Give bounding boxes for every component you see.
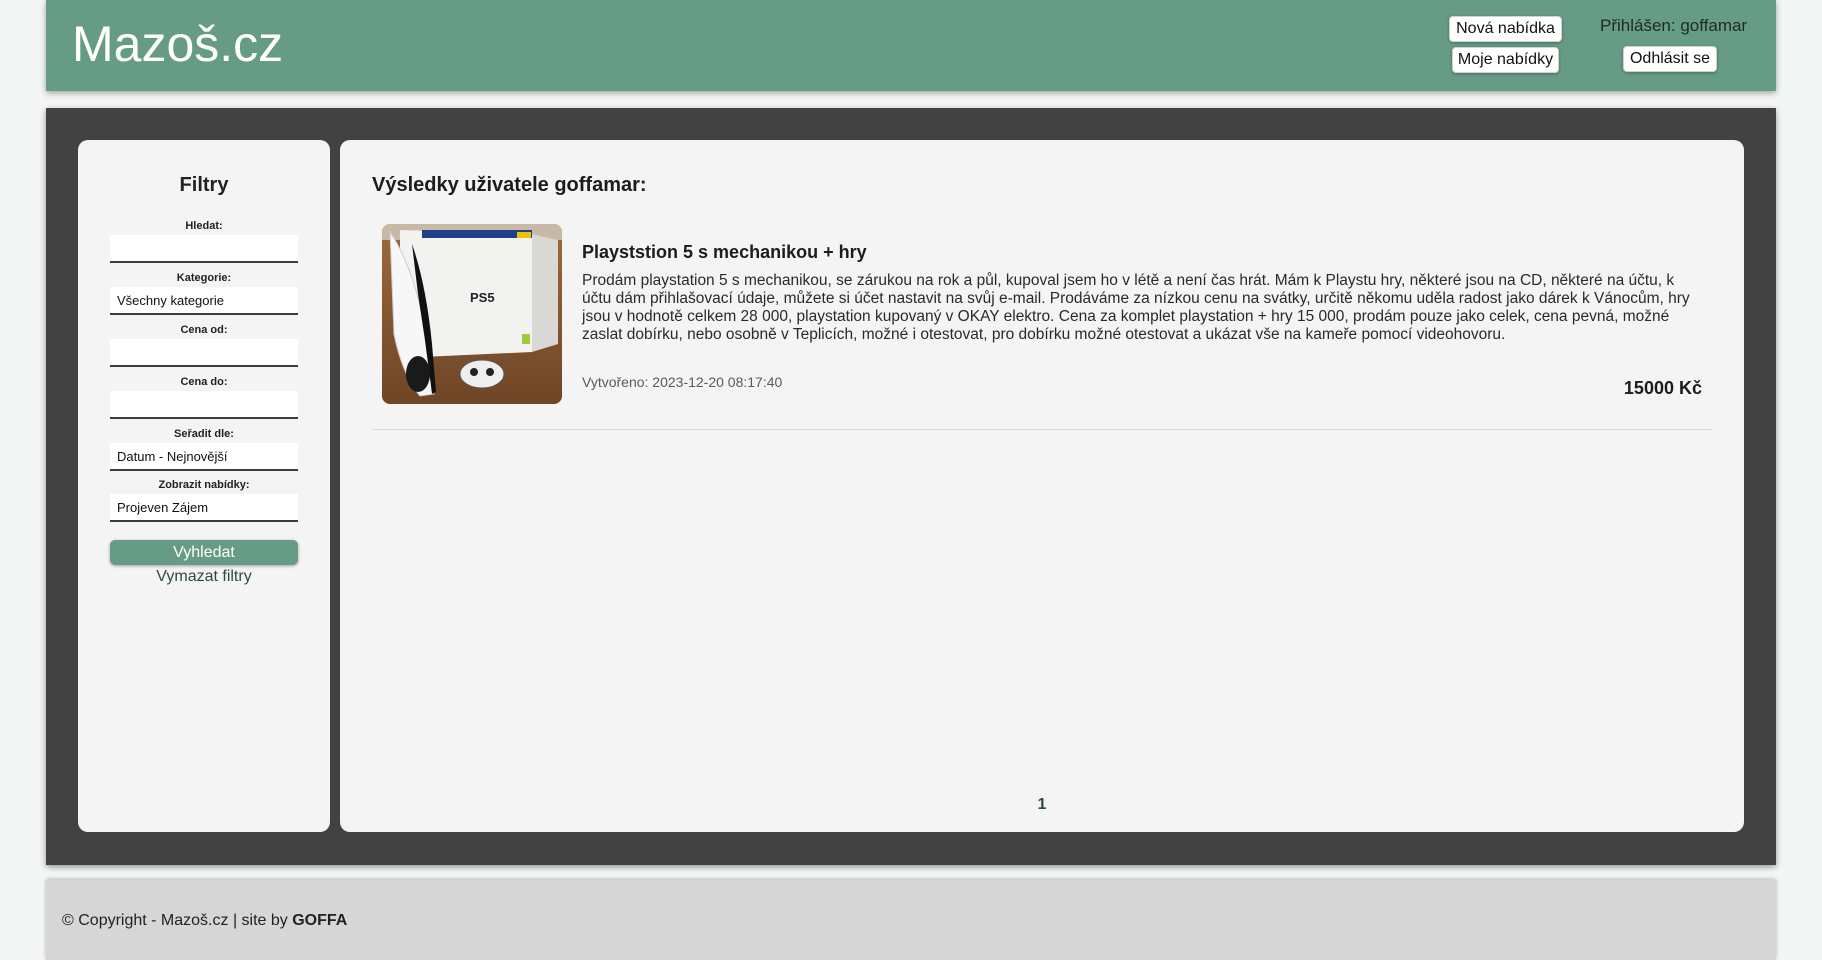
copyright-text: © Copyright - Mazoš.cz | site by GOFFA bbox=[62, 912, 347, 930]
footer-author: GOFFA bbox=[292, 912, 348, 929]
new-offer-button[interactable]: Nová nabídka bbox=[1449, 16, 1562, 42]
filters-title: Filtry bbox=[179, 174, 229, 196]
copyright-label: © Copyright - Mazoš.cz | site by bbox=[62, 912, 293, 929]
ps5-photo-icon: PS5 bbox=[382, 224, 562, 404]
search-label: Hledat: bbox=[185, 220, 223, 232]
sort-select[interactable]: Datum - Nejnovější bbox=[110, 443, 298, 471]
category-select[interactable]: Všechny kategorie bbox=[110, 287, 298, 315]
site-logo[interactable]: Mazoš.cz bbox=[72, 16, 283, 72]
search-input[interactable] bbox=[110, 235, 298, 263]
listing-title[interactable]: Playststion 5 s mechanikou + hry bbox=[582, 242, 867, 263]
main-container: Filtry Hledat: Kategorie: Všechny katego… bbox=[46, 108, 1776, 865]
site-footer: © Copyright - Mazoš.cz | site by GOFFA bbox=[46, 880, 1776, 960]
price-to-input[interactable] bbox=[110, 391, 298, 419]
listing-price: 15000 Kč bbox=[1623, 378, 1702, 398]
listing-image[interactable]: PS5 bbox=[382, 224, 562, 404]
price-from-label: Cena od: bbox=[180, 324, 228, 336]
listing-description: Prodám playstation 5 s mechanikou, se zá… bbox=[582, 272, 1690, 343]
filters-sidebar: Filtry Hledat: Kategorie: Všechny katego… bbox=[78, 140, 330, 832]
logged-in-user: Přihlášen: goffamar bbox=[1600, 16, 1748, 35]
listing-item[interactable]: PS5 Playststion 5 s mechanikou + hry Pro… bbox=[372, 220, 1712, 430]
results-title: Výsledky uživatele goffamar: bbox=[372, 174, 647, 196]
pagination-page-1[interactable]: 1 bbox=[340, 796, 1744, 814]
clear-filters-link[interactable]: Vymazat filtry bbox=[78, 568, 330, 586]
logout-button[interactable]: Odhlásit se bbox=[1623, 46, 1717, 72]
results-panel: Výsledky uživatele goffamar: PS5 Playsts… bbox=[340, 140, 1744, 832]
show-offers-label: Zobrazit nabídky: bbox=[158, 479, 250, 491]
sort-label: Seřadit dle: bbox=[174, 428, 234, 440]
show-offers-select[interactable]: Projeven Zájem bbox=[110, 494, 298, 522]
my-offers-button[interactable]: Moje nabídky bbox=[1452, 47, 1559, 73]
price-to-label: Cena do: bbox=[180, 376, 228, 388]
search-button[interactable]: Vyhledat bbox=[110, 540, 298, 565]
site-header: Mazoš.cz Nová nabídka Moje nabídky Přihl… bbox=[46, 0, 1776, 91]
svg-text:PS5: PS5 bbox=[470, 290, 495, 305]
category-label: Kategorie: bbox=[176, 272, 232, 284]
listing-created-date: Vytvořeno: 2023-12-20 08:17:40 bbox=[582, 374, 783, 390]
price-from-input[interactable] bbox=[110, 339, 298, 367]
